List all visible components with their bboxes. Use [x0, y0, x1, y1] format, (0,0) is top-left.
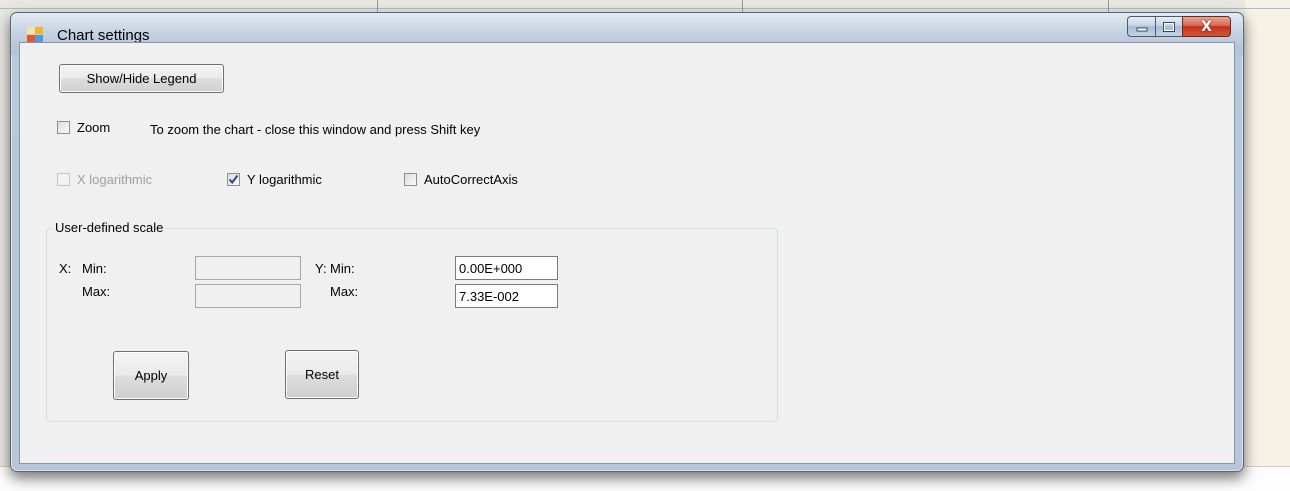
x-axis-label: X: [59, 261, 72, 276]
chart-settings-dialog: Chart settings X Show/Hide Legend Zoom T… [10, 12, 1244, 472]
minimize-button[interactable] [1127, 16, 1155, 37]
y-logarithmic-checkbox[interactable]: Y logarithmic [227, 172, 322, 187]
x-logarithmic-checkbox[interactable]: X logarithmic [57, 172, 152, 187]
zoom-checkbox-label: Zoom [77, 120, 111, 135]
x-max-label: Max: [82, 284, 111, 299]
x-logarithmic-checkbox-box[interactable] [57, 173, 70, 186]
checkmark-icon [228, 174, 239, 185]
maximize-button[interactable] [1155, 16, 1182, 37]
y-logarithmic-checkbox-box[interactable] [227, 173, 240, 186]
minimize-icon [1136, 27, 1147, 31]
auto-correct-axis-label: AutoCorrectAxis [424, 172, 518, 187]
auto-correct-axis-checkbox-box[interactable] [404, 173, 417, 186]
maximize-icon [1163, 21, 1175, 32]
x-logarithmic-label: X logarithmic [77, 172, 153, 187]
y-max-input[interactable] [455, 284, 558, 308]
zoom-hint-text: To zoom the chart - close this window an… [150, 122, 481, 137]
show-hide-legend-button[interactable]: Show/Hide Legend [59, 64, 224, 93]
window-controls: X [1127, 16, 1231, 38]
user-defined-scale-title: User-defined scale [53, 220, 166, 235]
background-divider [0, 8, 1290, 9]
user-defined-scale-group: User-defined scale X: Min: Max: Y: Min: … [46, 220, 778, 422]
reset-button[interactable]: Reset [285, 350, 359, 399]
x-min-label: Min: [82, 261, 107, 276]
x-min-input[interactable] [195, 256, 301, 280]
y-min-input[interactable] [455, 256, 558, 280]
apply-button[interactable]: Apply [113, 351, 189, 400]
zoom-checkbox[interactable]: Zoom [57, 120, 110, 135]
y-axis-label: Y: [315, 261, 327, 276]
y-min-label: Min: [330, 261, 355, 276]
zoom-checkbox-box[interactable] [57, 121, 70, 134]
y-max-label: Max: [330, 284, 359, 299]
dialog-client-area: Show/Hide Legend Zoom To zoom the chart … [19, 42, 1235, 464]
auto-correct-axis-checkbox[interactable]: AutoCorrectAxis [404, 172, 518, 187]
close-button[interactable]: X [1182, 16, 1231, 37]
y-logarithmic-label: Y logarithmic [247, 172, 322, 187]
x-max-input[interactable] [195, 284, 301, 308]
close-icon: X [1201, 18, 1212, 35]
app-icon [27, 27, 43, 43]
